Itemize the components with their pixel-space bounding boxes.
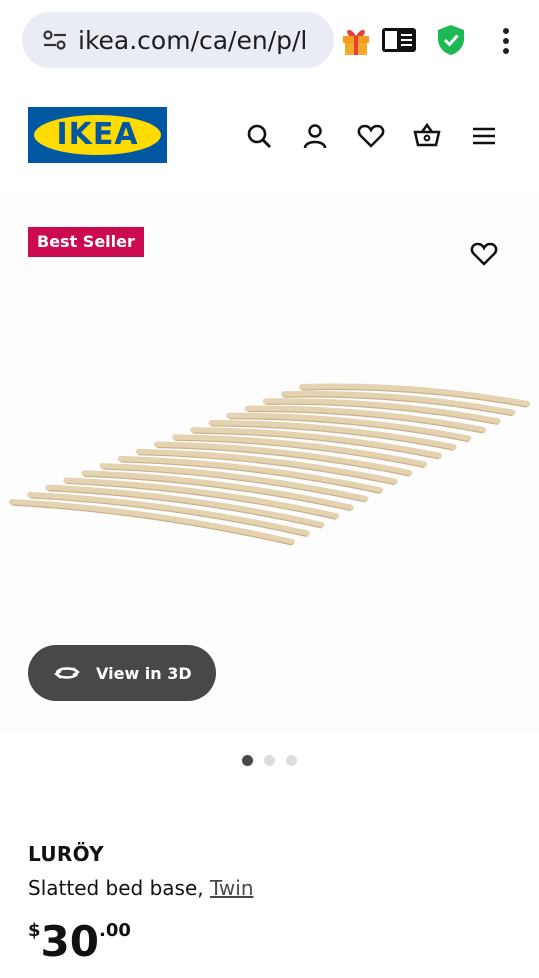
url-text[interactable]: ikea.com/ca/en/p/l [78, 26, 323, 55]
carousel-dot-1[interactable] [242, 755, 253, 766]
rotate-3d-icon [54, 667, 80, 679]
account-icon[interactable] [301, 122, 329, 150]
product-image-slatted-bed-base [9, 383, 530, 546]
view-in-3d-button[interactable]: View in 3D [28, 645, 216, 701]
more-menu-icon[interactable] [498, 26, 514, 56]
site-header: IKEA [0, 80, 539, 192]
search-icon[interactable] [245, 122, 273, 150]
gift-icon[interactable] [340, 24, 372, 56]
product-name: LURÖY [28, 842, 104, 866]
product-price: $30.00 [28, 914, 131, 974]
size-link[interactable]: Twin [210, 876, 254, 900]
view-in-3d-label: View in 3D [96, 663, 192, 683]
product-gallery[interactable]: Best Seller View in 3D [0, 192, 539, 732]
address-bar[interactable]: ikea.com/ca/en/p/l [22, 12, 334, 68]
product-description: Slatted bed base, Twin [28, 876, 254, 900]
favorites-icon[interactable] [357, 122, 385, 150]
price-currency: $ [28, 920, 41, 941]
hamburger-menu-icon[interactable] [470, 122, 498, 150]
product-type: Slatted bed base, [28, 876, 210, 900]
shield-icon[interactable] [437, 24, 465, 56]
price-decimal: .00 [98, 920, 131, 941]
ikea-logo[interactable]: IKEA [28, 107, 167, 163]
logo-text: IKEA [56, 117, 139, 152]
price-integer: 30 [40, 917, 99, 966]
site-settings-icon[interactable] [42, 27, 68, 53]
cart-icon[interactable] [413, 122, 441, 150]
carousel-dots[interactable] [242, 755, 297, 766]
carousel-dot-3[interactable] [286, 755, 297, 766]
browser-toolbar: ikea.com/ca/en/p/l [0, 0, 539, 81]
reader-mode-icon[interactable] [381, 27, 417, 53]
add-to-favorites-icon[interactable] [470, 240, 498, 268]
best-seller-badge: Best Seller [28, 227, 144, 257]
carousel-dot-2[interactable] [264, 755, 275, 766]
